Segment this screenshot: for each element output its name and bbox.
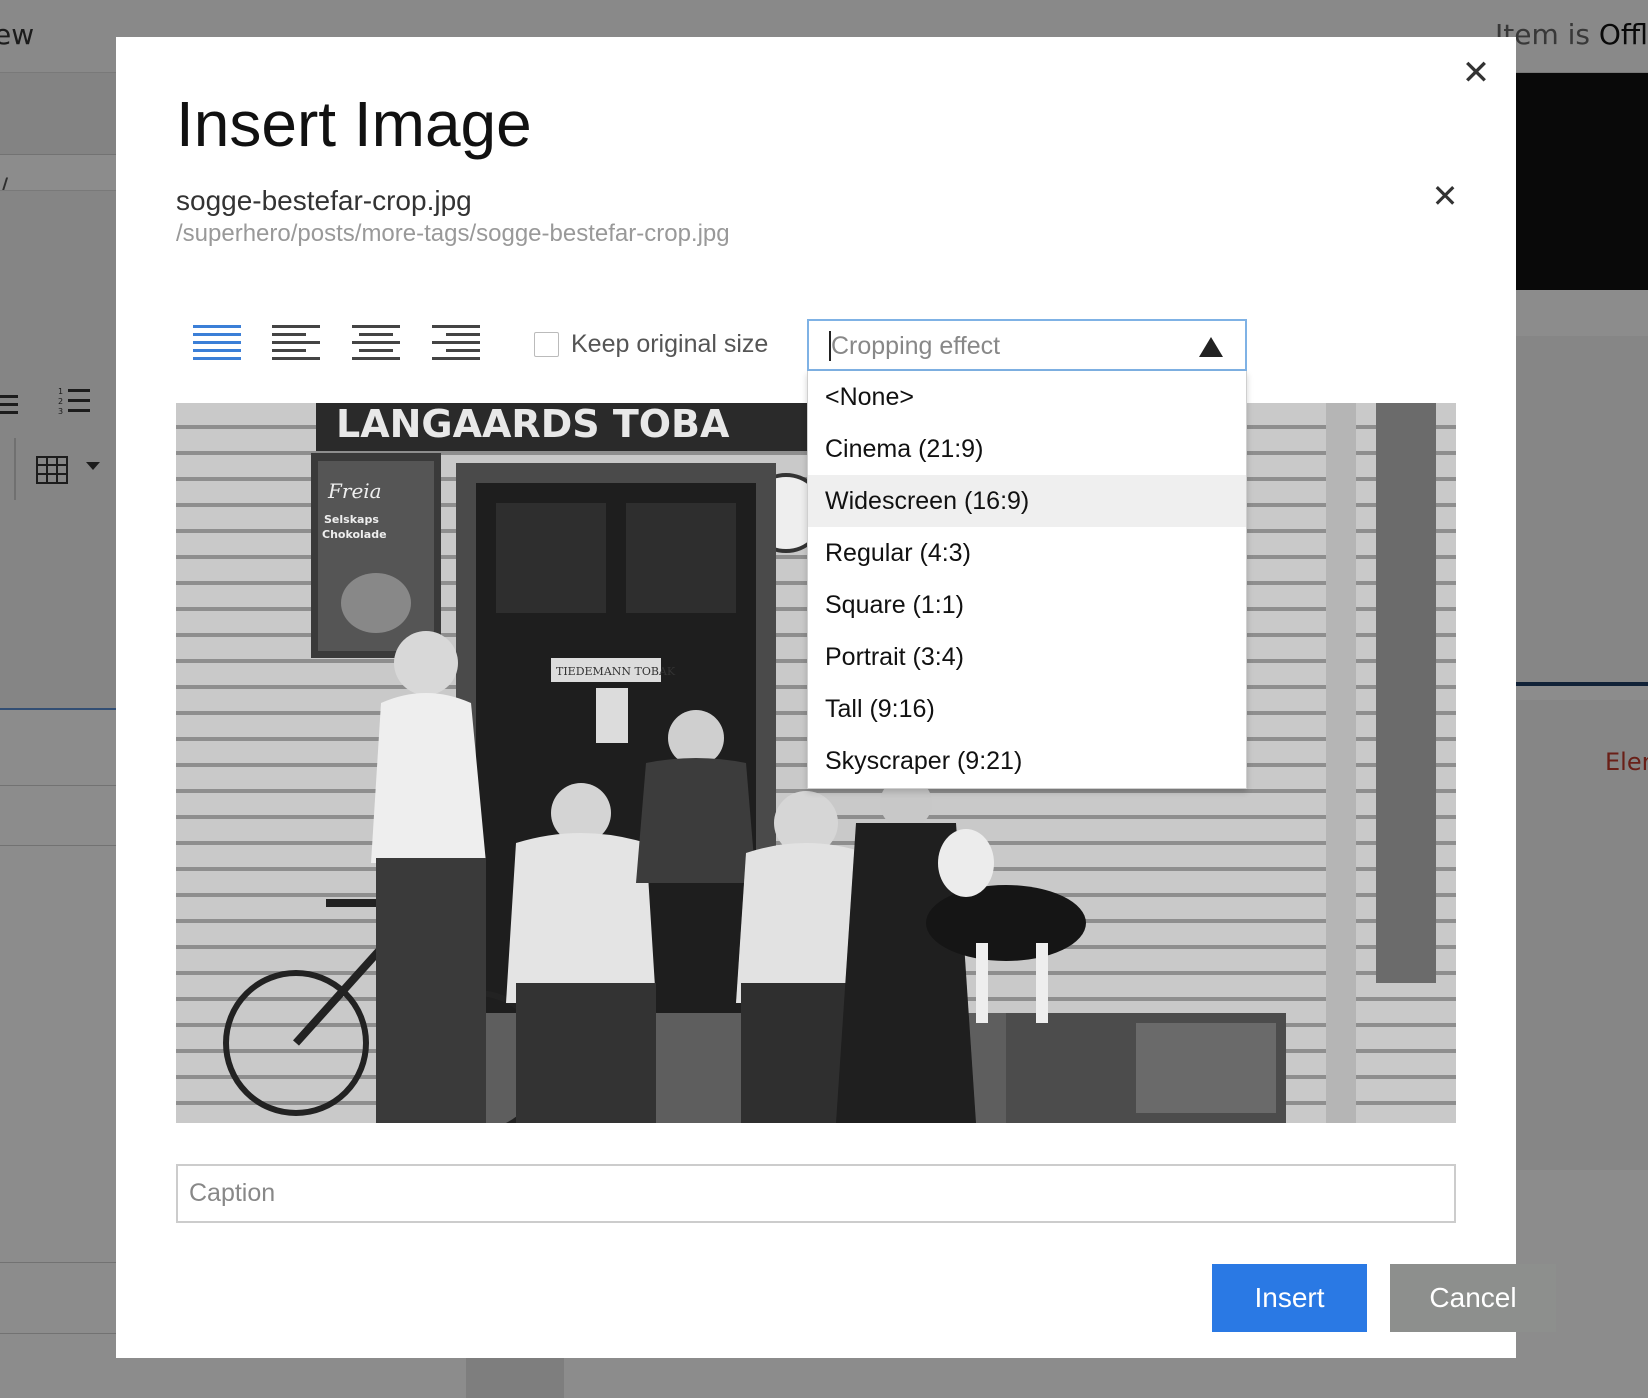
align-left-button[interactable] <box>271 324 321 360</box>
remove-file-button[interactable]: ✕ <box>1427 178 1463 214</box>
crop-option-skyscraper[interactable]: Skyscraper (9:21) <box>808 735 1246 787</box>
align-right-icon <box>432 325 480 360</box>
keep-original-size-label: Keep original size <box>571 329 769 358</box>
crop-option-portrait[interactable]: Portrait (3:4) <box>808 631 1246 683</box>
crop-option-tall[interactable]: Tall (9:16) <box>808 683 1246 735</box>
svg-text:Freia: Freia <box>327 479 382 503</box>
dialog-title: Insert Image <box>176 88 532 160</box>
align-full-button[interactable] <box>192 324 242 360</box>
door-sign-text: TIEDEMANN TOBAK <box>556 665 676 678</box>
align-full-icon <box>193 325 241 360</box>
file-name: sogge-bestefar-crop.jpg <box>176 185 472 216</box>
close-icon: ✕ <box>1461 53 1491 93</box>
svg-text:Chokolade: Chokolade <box>322 528 387 541</box>
sign-text: LANGAARDS TOBA <box>336 403 730 446</box>
crop-option-widescreen[interactable]: Widescreen (16:9) <box>808 475 1246 527</box>
cropping-effect-menu: <None> Cinema (21:9) Widescreen (16:9) R… <box>807 371 1247 789</box>
caption-input[interactable] <box>176 1164 1456 1223</box>
crop-option-regular[interactable]: Regular (4:3) <box>808 527 1246 579</box>
close-dialog-button[interactable]: ✕ <box>1458 55 1494 91</box>
insert-button[interactable]: Insert <box>1212 1264 1367 1332</box>
align-right-button[interactable] <box>431 324 481 360</box>
crop-option-square[interactable]: Square (1:1) <box>808 579 1246 631</box>
insert-image-dialog: ✕ Insert Image sogge-bestefar-crop.jpg /… <box>116 37 1556 1358</box>
file-path: /superhero/posts/more-tags/sogge-bestefa… <box>176 220 730 247</box>
align-center-icon <box>352 325 400 360</box>
svg-text:Selskaps: Selskaps <box>324 513 379 526</box>
caret-up-icon <box>1199 337 1223 357</box>
close-icon: ✕ <box>1431 177 1459 215</box>
crop-option-none[interactable]: <None> <box>808 371 1246 423</box>
align-center-button[interactable] <box>351 324 401 360</box>
crop-option-cinema[interactable]: Cinema (21:9) <box>808 423 1246 475</box>
align-left-icon <box>272 325 320 360</box>
keep-original-size-toggle[interactable]: Keep original size <box>534 327 768 361</box>
cropping-effect-select[interactable]: Cropping effect <box>807 319 1247 371</box>
cropping-effect-placeholder: Cropping effect <box>831 332 1001 360</box>
cancel-button[interactable]: Cancel <box>1390 1264 1556 1332</box>
keep-original-size-checkbox[interactable] <box>534 331 559 357</box>
